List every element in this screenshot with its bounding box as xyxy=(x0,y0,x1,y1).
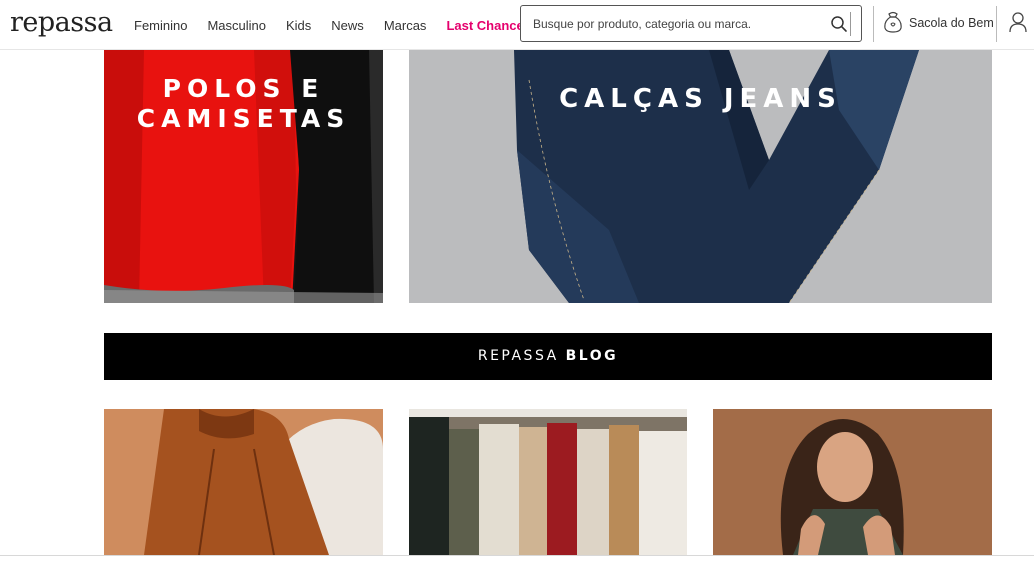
nav-feminino[interactable]: Feminino xyxy=(134,17,187,35)
user-icon[interactable] xyxy=(1008,11,1028,33)
search-box xyxy=(520,5,862,42)
nav-kids[interactable]: Kids xyxy=(286,17,311,35)
blog-card[interactable] xyxy=(409,409,687,555)
category-title-line: CAMISETAS xyxy=(136,104,351,133)
nav-marcas[interactable]: Marcas xyxy=(384,17,427,35)
search-input[interactable] xyxy=(533,15,823,33)
nav-masculino[interactable]: Masculino xyxy=(207,17,266,35)
nav-last-chance[interactable]: Last Chance xyxy=(446,17,523,35)
category-title-line: POLOS E xyxy=(162,74,325,103)
search-divider xyxy=(850,12,851,36)
category-calcas-jeans[interactable]: CALÇAS JEANS xyxy=(409,50,992,303)
blog-banner[interactable]: REPASSA BLOG xyxy=(104,333,992,380)
search-icon[interactable] xyxy=(830,15,848,33)
nav-news[interactable]: News xyxy=(331,17,364,35)
category-polos-camisetas[interactable]: POLOS E CAMISETAS xyxy=(104,50,383,303)
blog-card[interactable] xyxy=(713,409,992,555)
blog-banner-bold: BLOG xyxy=(565,348,619,364)
blog-card[interactable] xyxy=(104,409,383,555)
page-bottom-rule xyxy=(0,555,1034,556)
blog-image-woman-portrait xyxy=(713,409,992,555)
category-title: CALÇAS JEANS xyxy=(559,84,842,114)
blog-image-leather-skirt xyxy=(104,409,383,555)
header-divider xyxy=(873,6,874,42)
bag-label[interactable]: Sacola do Bem xyxy=(909,16,994,30)
repassa-logo[interactable]: repassa xyxy=(10,8,113,38)
blog-banner-prefix: REPASSA xyxy=(477,348,566,364)
header-divider xyxy=(996,6,997,42)
category-title: POLOS E CAMISETAS xyxy=(104,74,383,134)
blog-image-clothes-rack xyxy=(409,409,687,555)
main-nav: Feminino Masculino Kids News Marcas Last… xyxy=(134,17,544,35)
site-header: repassa Feminino Masculino Kids News Mar… xyxy=(0,0,1034,50)
bag-icon[interactable] xyxy=(883,11,903,33)
